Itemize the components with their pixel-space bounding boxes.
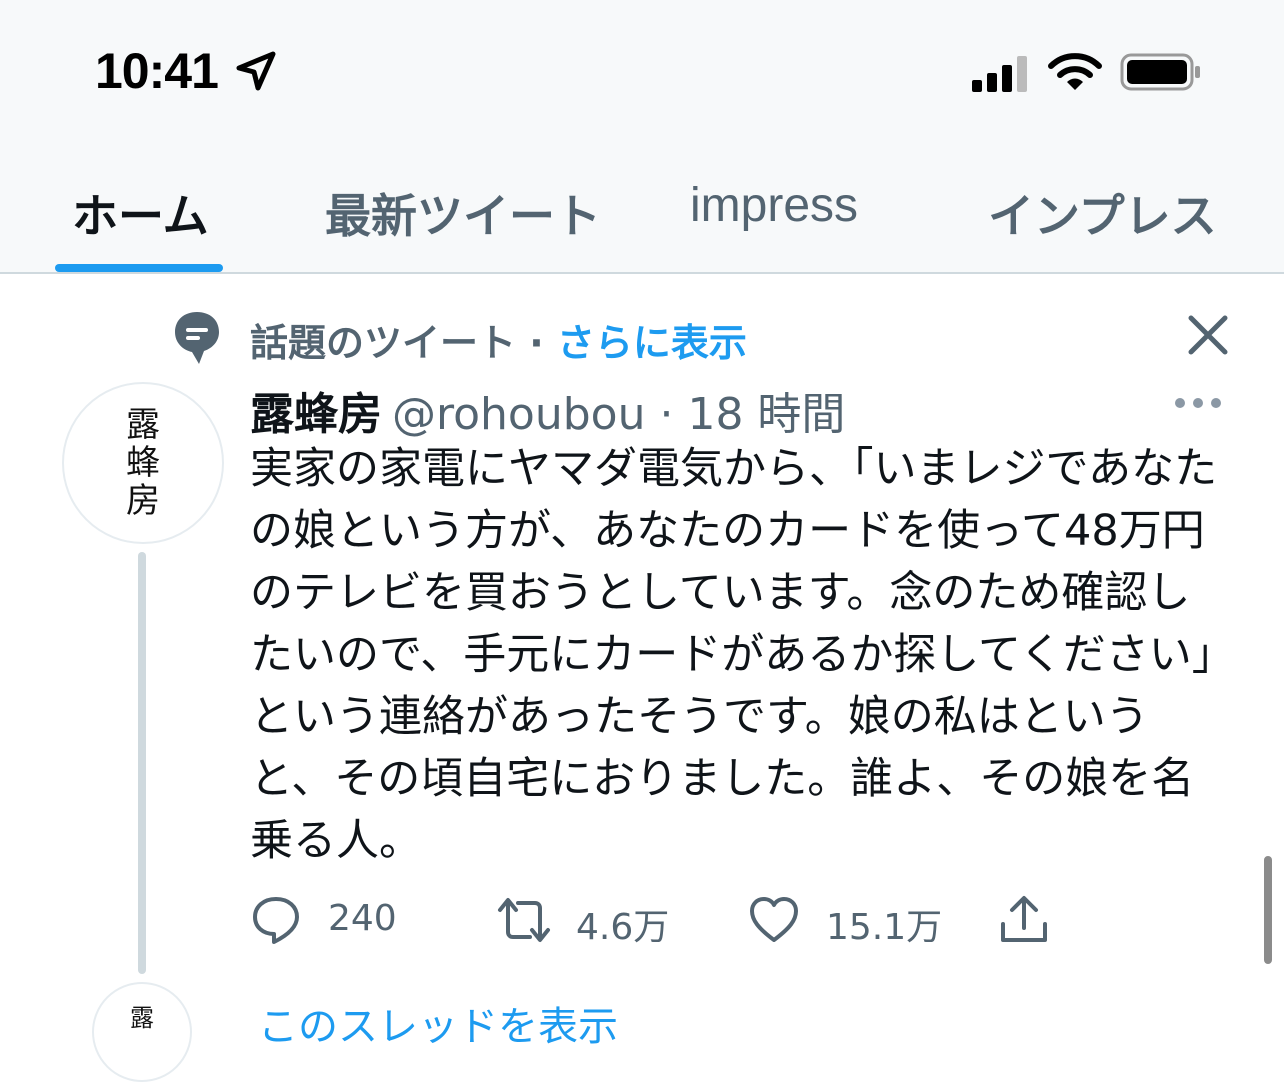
- context-label: 話題のツイート · さらに表示: [250, 312, 747, 367]
- tab-impress[interactable]: impress: [690, 178, 858, 233]
- active-tab-indicator: [55, 264, 223, 272]
- cellular-signal-icon: [972, 56, 1027, 92]
- timeline-tabs: ホーム 最新ツイート impress インプレス: [0, 140, 1284, 274]
- tweet-text: 実家の家電にヤマダ電気から、「いまレジであなたの娘という方が、あなたのカードを使…: [250, 444, 1218, 866]
- topic-speech-bubble-icon: [175, 312, 219, 364]
- status-bar: 10:41: [0, 0, 1284, 140]
- show-more-link[interactable]: さらに表示: [557, 321, 747, 365]
- tweet-context: 話題のツイート · さらに表示: [172, 306, 1272, 366]
- like-button[interactable]: 15.1万: [748, 890, 948, 950]
- location-arrow-icon: [236, 51, 276, 91]
- tab-impress-jp[interactable]: インプレス: [988, 180, 1217, 246]
- retweet-icon: [498, 898, 550, 942]
- thread-connector-line: [138, 552, 146, 974]
- like-count: 15.1万: [826, 907, 943, 948]
- reply-button[interactable]: 240: [250, 890, 410, 950]
- close-icon[interactable]: [1185, 312, 1231, 358]
- avatar-lettering: 露 蜂 房: [126, 405, 160, 521]
- more-options-icon[interactable]: [1174, 396, 1222, 410]
- retweet-button[interactable]: 4.6万: [496, 890, 696, 950]
- share-icon: [1001, 896, 1047, 942]
- show-thread-link[interactable]: このスレッドを表示: [258, 994, 618, 1052]
- tab-latest-tweets[interactable]: 最新ツイート: [325, 180, 601, 246]
- retweet-count: 4.6万: [576, 907, 670, 948]
- next-avatar-lettering: 露: [130, 1004, 154, 1032]
- next-tweet-avatar[interactable]: 露: [92, 982, 192, 1082]
- reply-icon: [253, 897, 299, 944]
- tab-home[interactable]: ホーム: [72, 180, 209, 246]
- battery-icon: [1120, 53, 1200, 91]
- tweet-header: 露蜂房 @rohoubou · 18 時間: [250, 378, 845, 442]
- reply-count: 240: [328, 898, 397, 939]
- status-time: 10:41: [95, 43, 219, 99]
- trending-tweet-label: 話題のツイート ·: [250, 321, 557, 365]
- tweet-time[interactable]: · 18 時間: [645, 389, 845, 440]
- tweet-actions: 240 4.6万 15.1万: [250, 890, 1250, 950]
- scrollbar[interactable]: [1264, 856, 1272, 964]
- avatar[interactable]: 露 蜂 房: [62, 382, 224, 544]
- wifi-icon: [1048, 53, 1102, 90]
- share-button[interactable]: [998, 890, 1058, 950]
- user-handle[interactable]: @rohoubou: [392, 389, 645, 440]
- display-name[interactable]: 露蜂房: [250, 389, 382, 440]
- heart-icon: [750, 897, 798, 942]
